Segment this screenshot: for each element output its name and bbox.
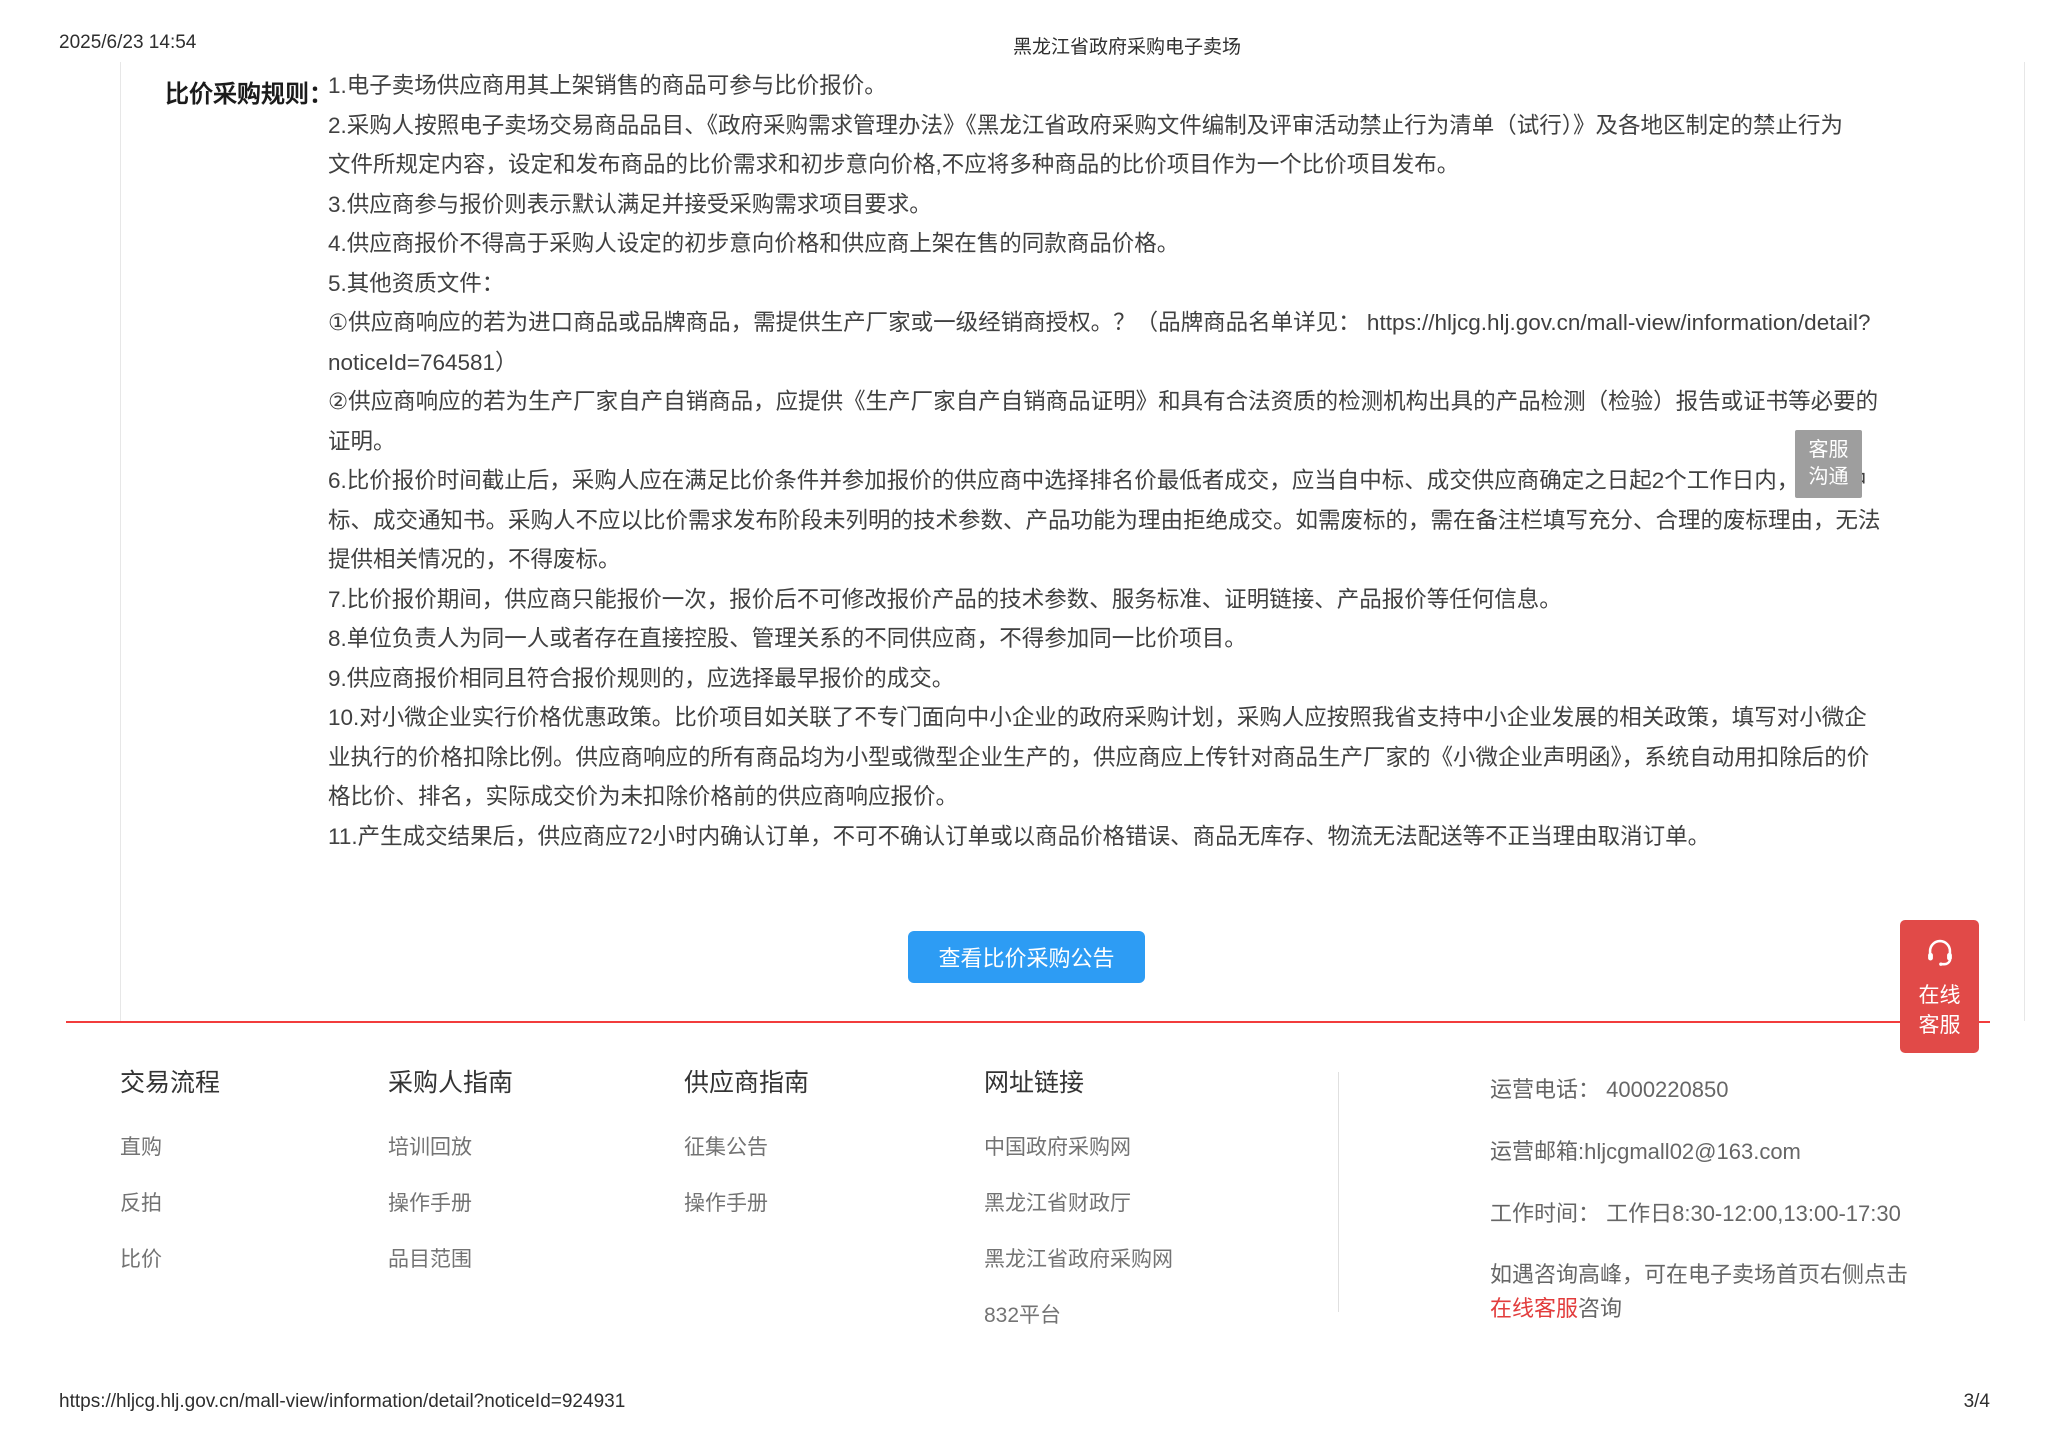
rule-line: 2.采购人按照电子卖场交易商品品目、《政府采购需求管理办法》《黑龙江省政府采购文… (328, 106, 1873, 146)
footer-link[interactable]: 直购 (120, 1131, 220, 1161)
footer-link[interactable]: 黑龙江省财政厅 (984, 1187, 1173, 1217)
online-customer-service-button[interactable]: 在线客服 (1900, 920, 1979, 1053)
rule-line: 8.单位负责人为同一人或者存在直接控股、管理关系的不同供应商，不得参加同一比价项… (328, 619, 1873, 659)
rule-line: 6.比价报价时间截止后，采购人应在满足比价条件并参加报价的供应商中选择排名价最低… (328, 461, 1873, 501)
rule-line: 标、成交通知书。采购人不应以比价需求发布阶段未列明的技术参数、产品功能为理由拒绝… (328, 501, 1873, 541)
footer-link[interactable]: 比价 (120, 1243, 220, 1273)
contact-info: 运营电话： 4000220850 运营邮箱:hljcgmall02@163.co… (1490, 1072, 1914, 1326)
footer-link[interactable]: 操作手册 (388, 1187, 513, 1217)
footer-divider (1338, 1072, 1339, 1312)
footer-link[interactable]: 中国政府采购网 (984, 1131, 1173, 1161)
rule-line: 9.供应商报价相同且符合报价规则的，应选择最早报价的成交。 (328, 659, 1873, 699)
rule-line: 证明。 (328, 422, 1873, 462)
print-page: 2025/6/23 14:54 黑龙江省政府采购电子卖场 比价采购规则： 1.电… (0, 0, 2048, 1447)
view-price-comparison-notice-button[interactable]: 查看比价采购公告 (908, 931, 1145, 983)
rule-line: 7.比价报价期间，供应商只能报价一次，报价后不可修改报价产品的技术参数、服务标准… (328, 580, 1873, 620)
footer-column-title: 供应商指南 (684, 1063, 809, 1099)
footer-column: 交易流程直购反拍比价 (120, 1063, 220, 1273)
rules-heading: 比价采购规则： (165, 74, 333, 109)
footer-link[interactable]: 培训回放 (388, 1131, 513, 1161)
footer-link[interactable]: 黑龙江省政府采购网 (984, 1243, 1173, 1273)
footer-link[interactable]: 832平台 (984, 1299, 1173, 1329)
customer-service-chat-button[interactable]: 客服沟通 (1795, 430, 1862, 498)
contact-email: 运营邮箱:hljcgmall02@163.com (1490, 1134, 1914, 1166)
footer-separator-line (66, 1021, 1990, 1023)
chat-button-label: 客服沟通 (1807, 437, 1851, 491)
footer-column-title: 采购人指南 (388, 1063, 513, 1099)
footer-link[interactable]: 操作手册 (684, 1187, 809, 1217)
rule-line: 10.对小微企业实行价格优惠政策。比价项目如关联了不专门面向中小企业的政府采购计… (328, 698, 1873, 738)
headset-icon (1923, 934, 1957, 973)
contact-phone: 运营电话： 4000220850 (1490, 1072, 1914, 1104)
online-service-label: 在线客服 (1916, 981, 1964, 1041)
rule-line: 文件所规定内容，设定和发布商品的比价需求和初步意向价格,不应将多种商品的比价项目… (328, 145, 1873, 185)
contact-note: 如遇咨询高峰，可在电子卖场首页右侧点击在线客服咨询 (1490, 1258, 1914, 1326)
rule-line: 1.电子卖场供应商用其上架销售的商品可参与比价报价。 (328, 66, 1873, 106)
contact-note-suffix: 咨询 (1578, 1296, 1622, 1321)
contact-note-text: 如遇咨询高峰，可在电子卖场首页右侧点击 (1490, 1262, 1908, 1287)
page-title: 黑龙江省政府采购电子卖场 (1013, 32, 1241, 59)
footer-column: 网址链接中国政府采购网黑龙江省财政厅黑龙江省政府采购网 832平台 (984, 1063, 1173, 1329)
footer-column-title: 网址链接 (984, 1063, 1173, 1099)
rule-line: ②供应商响应的若为生产厂家自产自销商品，应提供《生产厂家自产自销商品证明》和具有… (328, 382, 1873, 422)
rule-line: noticeId=764581） (328, 343, 1873, 383)
footer-column-title: 交易流程 (120, 1063, 220, 1099)
print-timestamp: 2025/6/23 14:54 (59, 32, 196, 54)
footer-link[interactable]: 征集公告 (684, 1131, 809, 1161)
footer-column: 采购人指南培训回放操作手册品目范围 (388, 1063, 513, 1273)
rule-line: 11.产生成交结果后，供应商应72小时内确认订单，不可不确认订单或以商品价格错误… (328, 817, 1873, 857)
contact-hours: 工作时间： 工作日8:30-12:00,13:00-17:30 (1490, 1196, 1914, 1228)
rule-line: 3.供应商参与报价则表示默认满足并接受采购需求项目要求。 (328, 185, 1873, 225)
print-page-number: 3/4 (1964, 1391, 1990, 1413)
footer-link[interactable]: 反拍 (120, 1187, 220, 1217)
rule-line: 业执行的价格扣除比例。供应商响应的所有商品均为小型或微型企业生产的，供应商应上传… (328, 738, 1873, 778)
print-source-url: https://hljcg.hlj.gov.cn/mall-view/infor… (59, 1391, 625, 1413)
rule-line: ①供应商响应的若为进口商品或品牌商品，需提供生产厂家或一级经销商授权。？（品牌商… (328, 303, 1873, 343)
rule-line: 格比价、排名，实际成交价为未扣除价格前的供应商响应报价。 (328, 777, 1873, 817)
footer-column: 供应商指南征集公告操作手册 (684, 1063, 809, 1217)
rule-line: 提供相关情况的，不得废标。 (328, 540, 1873, 580)
rule-line: 4.供应商报价不得高于采购人设定的初步意向价格和供应商上架在售的同款商品价格。 (328, 224, 1873, 264)
rules-text-block: 1.电子卖场供应商用其上架销售的商品可参与比价报价。2.采购人按照电子卖场交易商… (328, 66, 1873, 856)
rule-line: 5.其他资质文件： (328, 264, 1873, 304)
online-service-link[interactable]: 在线客服 (1490, 1296, 1578, 1321)
footer-link[interactable]: 品目范围 (388, 1243, 513, 1273)
